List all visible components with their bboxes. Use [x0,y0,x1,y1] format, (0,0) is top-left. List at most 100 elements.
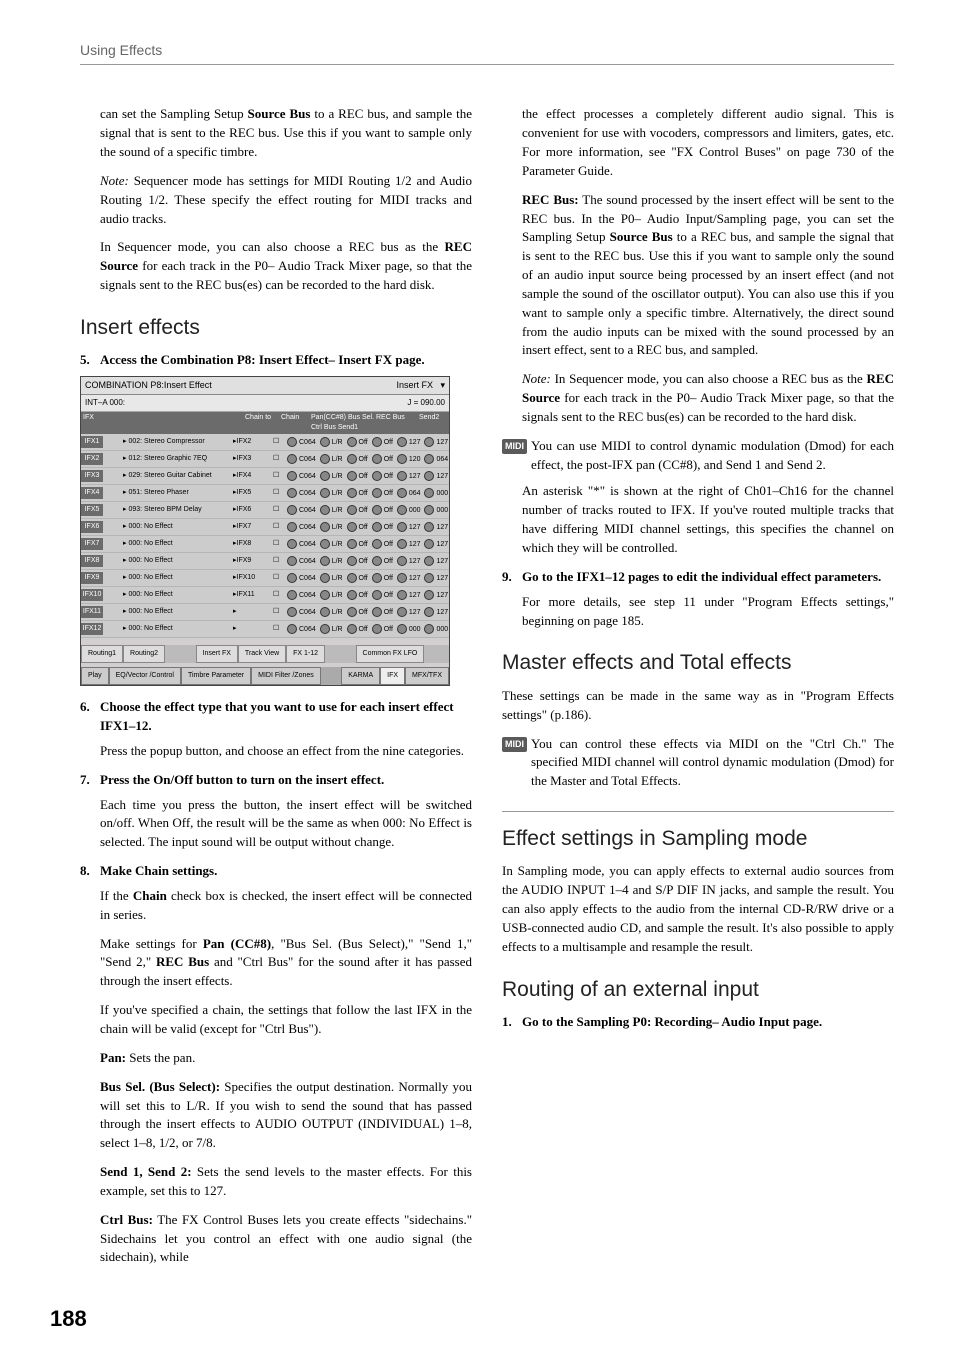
page: Using Effects can set the Sampling Setup… [0,0,954,1365]
effect-row[interactable]: IFX2▸ 012: Stereo Graphic 7EQ▸IFX3☐C064 … [81,451,449,468]
body-text: These settings can be made in the same w… [502,687,894,725]
bold-term: Bus Sel. (Bus Select): [100,1079,220,1094]
body-text: can set the Sampling Setup Source Bus to… [100,105,472,162]
running-head: Using Effects [80,40,894,65]
step-number: 8. [80,862,94,881]
midi-note: MIDI You can use MIDI to control dynamic… [502,437,894,475]
body-text: Bus Sel. (Bus Select): Specifies the out… [100,1078,472,1153]
body-text: Send 1, Send 2: Sets the send levels to … [100,1163,472,1201]
heading-sampling: Effect settings in Sampling mode [502,811,894,854]
effect-row[interactable]: IFX9▸ 000: No Effect▸IFX10☐C064 L/R Off … [81,570,449,587]
screenshot-title-right: Insert FX ▾ [396,379,445,392]
body-text: REC Bus: The sound processed by the inse… [522,191,894,361]
step-number: 7. [80,771,94,790]
step-text: Go to the IFX1–12 pages to edit the indi… [522,568,894,587]
effect-row[interactable]: IFX5▸ 093: Stereo BPM Delay▸IFX6☐C064 L/… [81,502,449,519]
step-1: 1. Go to the Sampling P0: Recording– Aud… [502,1013,894,1032]
midi-text: You can use MIDI to control dynamic modu… [531,437,894,475]
step-text: Make Chain settings. [100,862,472,881]
step-6: 6. Choose the effect type that you want … [80,698,472,736]
midi-text: You can control these effects via MIDI o… [531,735,894,792]
bold-term: Chain [133,888,167,903]
effect-row[interactable]: IFX3▸ 029: Stereo Guitar Cabinet▸IFX4☐C0… [81,468,449,485]
effect-row[interactable]: IFX10▸ 000: No Effect▸IFX11☐C064 L/R Off… [81,587,449,604]
body-text: In Sampling mode, you can apply effects … [502,862,894,956]
screenshot-sub-left: INT–A 000: [85,397,125,409]
col-header: Chain [279,412,309,434]
tab[interactable]: Routing1 [81,645,123,663]
right-column: the effect processes a completely differ… [502,105,894,1277]
bold-term: REC Bus [156,954,209,969]
body-text: In Sequencer mode, you can also choose a… [100,238,472,295]
body-text: Make settings for Pan (CC#8), "Bus Sel. … [100,935,472,992]
body-text: Ctrl Bus: The FX Control Buses lets you … [100,1211,472,1268]
effect-row[interactable]: IFX11▸ 000: No Effect▸☐C064 L/R Off Off … [81,604,449,621]
effect-row[interactable]: IFX6▸ 000: No Effect▸IFX7☐C064 L/R Off O… [81,519,449,536]
step-9: 9. Go to the IFX1–12 pages to edit the i… [502,568,894,587]
left-column: can set the Sampling Setup Source Bus to… [80,105,472,1277]
effect-row[interactable]: IFX7▸ 000: No Effect▸IFX8☐C064 L/R Off O… [81,536,449,553]
tab[interactable]: Routing2 [123,645,165,663]
tab[interactable]: MFX/TFX [405,667,449,685]
tab-spacer [325,645,355,663]
col-header [107,412,129,434]
page-number: 188 [50,1303,894,1335]
step-text: Choose the effect type that you want to … [100,698,472,736]
bold-term: Send 1, Send 2: [100,1164,192,1179]
tab[interactable]: Play [81,667,109,685]
col-header: Send2 [417,412,449,434]
effect-row[interactable]: IFX8▸ 000: No Effect▸IFX9☐C064 L/R Off O… [81,553,449,570]
col-header: Pan(CC#8) Bus Sel. REC Bus Ctrl Bus Send… [309,412,417,434]
midi-icon: MIDI [502,737,527,752]
body-text: If the Chain check box is checked, the i… [100,887,472,925]
body-text: For more details, see step 11 under "Pro… [522,593,894,631]
midi-note: MIDI You can control these effects via M… [502,735,894,792]
tab[interactable]: KARMA [341,667,380,685]
tab[interactable]: FX 1-12 [286,645,325,663]
tab[interactable]: Insert FX [196,645,238,663]
body-text: If you've specified a chain, the setting… [100,1001,472,1039]
bold-term: REC Source [522,371,894,405]
step-5: 5. Access the Combination P8: Insert Eff… [80,351,472,370]
screenshot-titlebar: COMBINATION P8:Insert Effect Insert FX ▾ [81,377,449,395]
col-header [129,412,243,434]
heading-master-total: Master effects and Total effects [502,648,894,678]
step-number: 6. [80,698,94,736]
step-text: Go to the Sampling P0: Recording– Audio … [522,1013,894,1032]
step-text: Access the Combination P8: Insert Effect… [100,351,472,370]
step-number: 5. [80,351,94,370]
effect-row[interactable]: IFX4▸ 051: Stereo Phaser▸IFX5☐C064 L/R O… [81,485,449,502]
bold-term: REC Bus: [522,192,579,207]
effect-row[interactable]: IFX12▸ 000: No Effect▸☐C064 L/R Off Off … [81,621,449,638]
tab-active[interactable]: IFX [380,667,405,685]
screenshot-upper-tabs: Routing1 Routing2 Insert FX Track View F… [81,645,449,663]
tab-spacer [321,667,341,685]
bold-term: Source Bus [248,106,311,121]
screenshot-rows: IFX1▸ 002: Stereo Compressor▸IFX2☐C064 L… [81,434,449,638]
bold-term: Pan (CC#8) [203,936,271,951]
embedded-screenshot: COMBINATION P8:Insert Effect Insert FX ▾… [80,376,450,686]
two-column-layout: can set the Sampling Setup Source Bus to… [80,105,894,1277]
heading-insert-effects: Insert effects [80,313,472,343]
step-text: Press the On/Off button to turn on the i… [100,771,472,790]
bold-term: REC Source [100,239,472,273]
note-label: Note: [522,371,551,386]
continuation-block: can set the Sampling Setup Source Bus to… [80,105,472,295]
body-text: Each time you press the button, the inse… [100,796,472,853]
tab[interactable]: EQ/Vector /Control [109,667,181,685]
effect-row[interactable]: IFX1▸ 002: Stereo Compressor▸IFX2☐C064 L… [81,434,449,451]
bold-term: Pan: [100,1050,126,1065]
col-header: Chain to [243,412,279,434]
screenshot-subbar: INT–A 000: J = 090.00 [81,395,449,412]
body-text-note: Note: Sequencer mode has settings for MI… [100,172,472,229]
step-7: 7. Press the On/Off button to turn on th… [80,771,472,790]
tab[interactable]: Common FX LFO [356,645,425,663]
tab[interactable]: Track View [238,645,286,663]
tab[interactable]: Timbre Parameter [181,667,251,685]
body-text: Press the popup button, and choose an ef… [100,742,472,761]
screenshot-column-headers: IFX Chain to Chain Pan(CC#8) Bus Sel. RE… [81,412,449,434]
tab[interactable]: MIDI Filter /Zones [251,667,321,685]
body-text-note: Note: In Sequencer mode, you can also ch… [522,370,894,427]
body-text: Pan: Sets the pan. [100,1049,472,1068]
screenshot-sub-right: J = 090.00 [407,397,445,409]
